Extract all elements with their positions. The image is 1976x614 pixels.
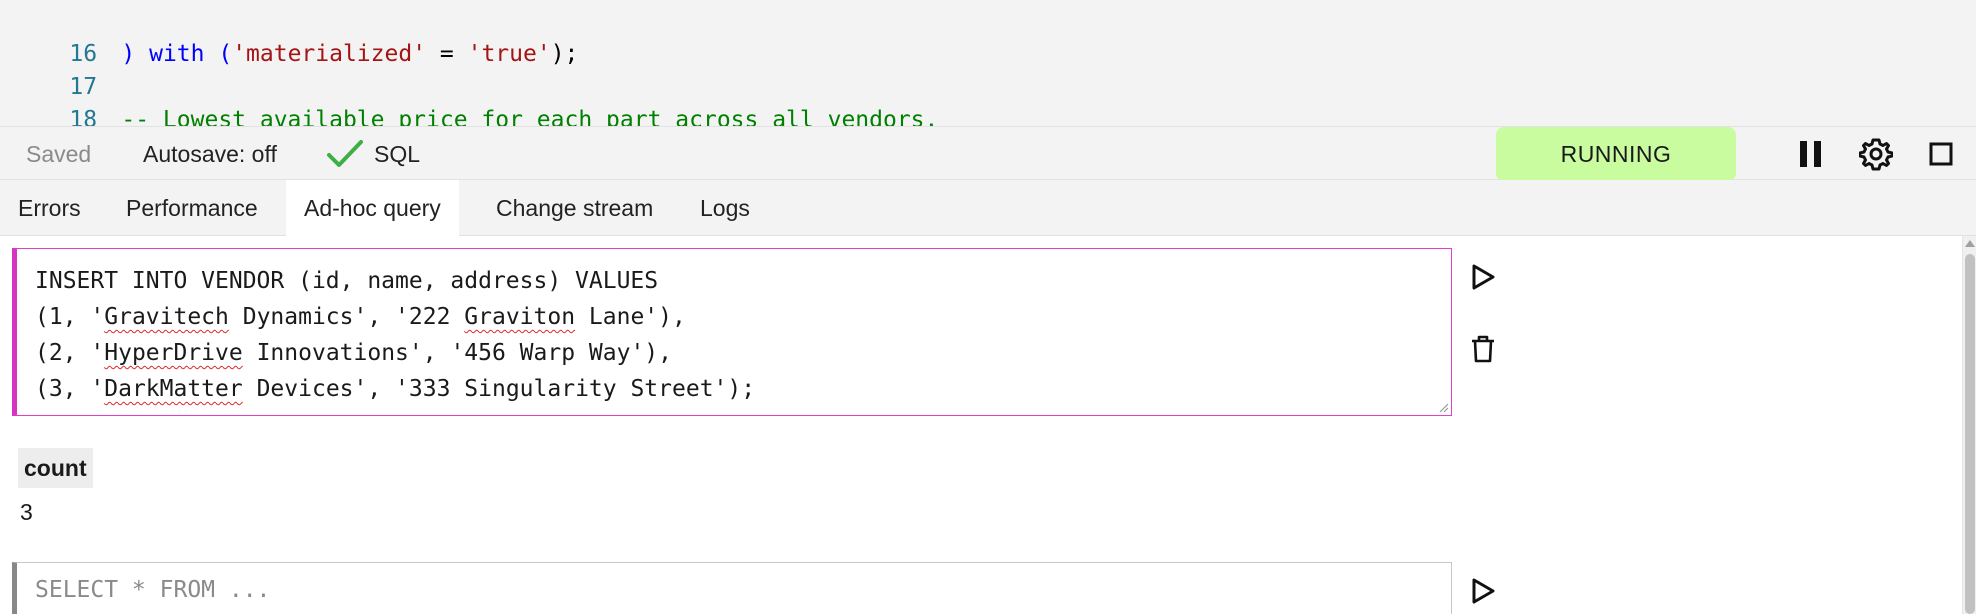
scroll-thumb[interactable] <box>1965 254 1975 614</box>
misspelled-word: Graviton <box>464 304 576 330</box>
code-token: = <box>426 41 468 67</box>
code-token: with <box>149 41 205 67</box>
code-line: 19create view LOW_PRICE ( <box>0 104 440 126</box>
result-column-header: count <box>18 448 93 488</box>
pipeline-status-badge: RUNNING <box>1496 127 1736 181</box>
query-text: Devices', '333 Singularity Street'); <box>242 376 756 402</box>
check-icon <box>327 140 363 167</box>
result-cell: 3 <box>20 499 33 525</box>
code-token: 'true' <box>467 41 551 67</box>
resize-handle-icon[interactable] <box>1437 401 1449 413</box>
misspelled-word: Gravitech <box>104 304 229 330</box>
query-line: INSERT INTO VENDOR (id, name, address) V… <box>35 263 1451 299</box>
query-text: Innovations', '456 Warp Way'), <box>242 340 672 366</box>
status-toolbar: Saved Autosave: off SQL RUNNING <box>0 126 1976 181</box>
query-line: (1, 'Gravitech Dynamics', '222 Graviton … <box>35 299 1451 335</box>
query-editor[interactable]: INSERT INTO VENDOR (id, name, address) V… <box>12 248 1452 416</box>
query-text: Dynamics', '222 <box>228 304 465 330</box>
tab-change-stream[interactable]: Change stream <box>478 180 671 236</box>
stop-icon[interactable] <box>1924 137 1958 171</box>
query-text: (3, ' <box>35 376 105 402</box>
sql-status: SQL <box>374 141 421 167</box>
pause-icon[interactable] <box>1794 137 1828 171</box>
query-text: (1, ' <box>35 304 105 330</box>
code-line: 17 <box>0 39 121 100</box>
scroll-up-icon[interactable] <box>1965 240 1975 247</box>
run-icon[interactable] <box>1468 576 1498 606</box>
run-icon[interactable] <box>1468 262 1498 292</box>
autosave-toggle[interactable]: Autosave: off <box>143 127 277 181</box>
tab-logs[interactable]: Logs <box>682 180 768 236</box>
panel-tabs: Errors Performance Ad-hoc query Change s… <box>0 180 1976 236</box>
tab-performance[interactable]: Performance <box>108 180 276 236</box>
vertical-scrollbar[interactable] <box>1962 236 1976 614</box>
tab-ad-hoc-query[interactable]: Ad-hoc query <box>286 180 459 236</box>
code-token: 'materialized' <box>232 41 427 67</box>
code-editor[interactable]: 16) with ('materialized' = 'true'); 17 1… <box>0 0 1976 126</box>
ad-hoc-query-panel: INSERT INTO VENDOR (id, name, address) V… <box>0 236 1962 614</box>
misspelled-word: HyperDrive <box>104 340 243 366</box>
delete-icon[interactable] <box>1468 334 1498 364</box>
code-token: ); <box>550 41 579 67</box>
new-query-input[interactable]: SELECT * FROM ... <box>12 562 1452 614</box>
gear-icon[interactable] <box>1859 137 1893 171</box>
code-line: 18 -- Lowest available price for each par… <box>0 72 938 126</box>
saved-status: Saved <box>26 141 92 167</box>
query-text: Lane'), <box>575 304 686 330</box>
query-line: (3, 'DarkMatter Devices', '333 Singulari… <box>35 371 1451 407</box>
code-token: ) <box>121 41 150 67</box>
query-line: (2, 'HyperDrive Innovations', '456 Warp … <box>35 335 1451 371</box>
query-text: INSERT INTO VENDOR (id, name, address) V… <box>35 268 659 294</box>
tab-errors[interactable]: Errors <box>0 180 99 236</box>
code-line: 16) with ('materialized' = 'true'); <box>0 6 578 67</box>
code-token: ( <box>204 41 233 67</box>
misspelled-word: DarkMatter <box>104 376 243 402</box>
query-text: (2, ' <box>35 340 105 366</box>
